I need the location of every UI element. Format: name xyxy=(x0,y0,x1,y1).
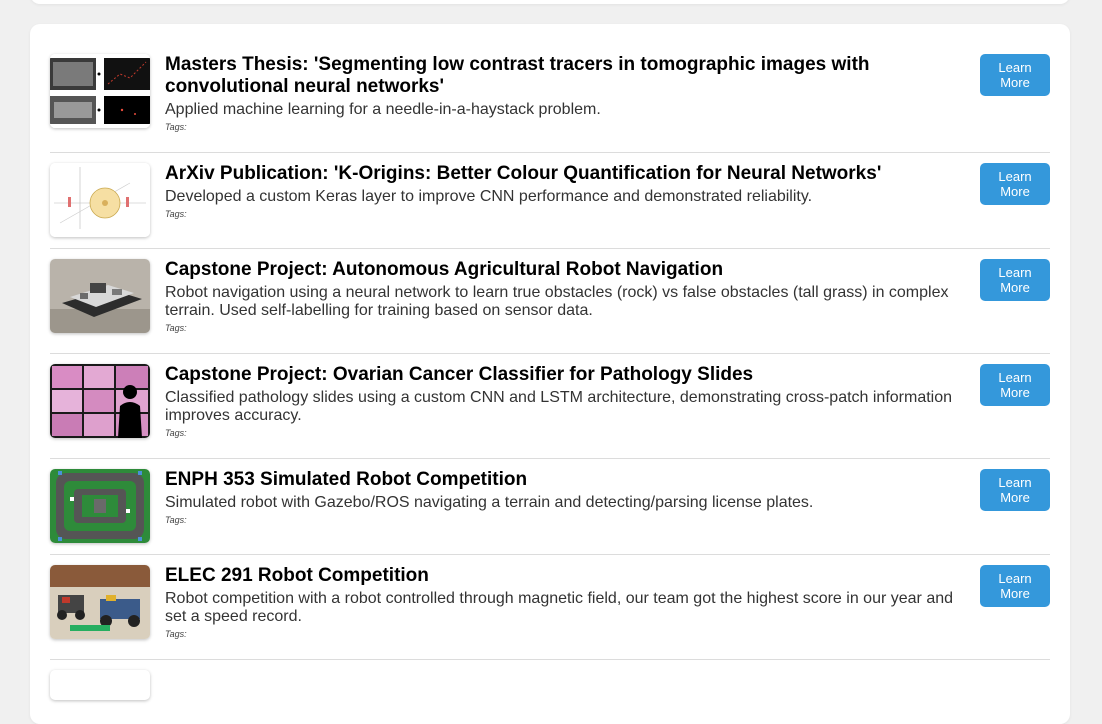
learn-more-button[interactable]: Learn More xyxy=(980,163,1050,205)
project-tags-label: Tags: xyxy=(165,515,187,525)
project-thumbnail-next-partial[interactable] xyxy=(50,670,150,700)
project-tags-label: Tags: xyxy=(165,428,187,438)
project-tags-label: Tags: xyxy=(165,209,187,219)
project-title: Masters Thesis: 'Segmenting low contrast… xyxy=(165,54,870,97)
project-description: Classified pathology slides using a cust… xyxy=(165,389,953,424)
previous-card xyxy=(30,0,1070,4)
learn-more-line-2: More xyxy=(1000,184,1030,199)
project-title: ENPH 353 Simulated Robot Competition xyxy=(165,469,528,490)
learn-more-line-1: Learn xyxy=(998,265,1032,280)
learn-more-line-2: More xyxy=(1000,385,1030,400)
project-info: Masters Thesis: 'Segmenting low contrast… xyxy=(165,54,965,133)
learn-more-line-2: More xyxy=(1000,586,1030,601)
project-thumbnail-k-origins[interactable] xyxy=(50,163,150,237)
project-title: ArXiv Publication: 'K-Origins: Better Co… xyxy=(165,163,882,184)
learn-more-line-1: Learn xyxy=(998,169,1032,184)
project-description: Applied machine learning for a needle-in… xyxy=(165,101,601,118)
learn-more-line-1: Learn xyxy=(998,60,1032,75)
simulated-track-thumbnail-image xyxy=(50,469,150,543)
project-description: Robot navigation using a neural network … xyxy=(165,284,949,319)
project-info: ENPH 353 Simulated Robot Competition Sim… xyxy=(165,469,965,526)
learn-more-button[interactable]: Learn More xyxy=(980,54,1050,96)
learn-more-line-1: Learn xyxy=(998,370,1032,385)
learn-more-line-2: More xyxy=(1000,75,1030,90)
project-title: Capstone Project: Autonomous Agricultura… xyxy=(165,259,724,280)
project-item-enph-353: ENPH 353 Simulated Robot Competition Sim… xyxy=(50,459,1050,555)
project-thumbnail-ovarian-cancer[interactable] xyxy=(50,364,150,438)
project-description: Developed a custom Keras layer to improv… xyxy=(165,188,813,205)
learn-more-button[interactable]: Learn More xyxy=(980,364,1050,406)
learn-more-button[interactable]: Learn More xyxy=(980,259,1050,301)
project-title: ELEC 291 Robot Competition xyxy=(165,565,429,586)
project-info: ArXiv Publication: 'K-Origins: Better Co… xyxy=(165,163,965,220)
project-item-elec-291: ELEC 291 Robot Competition Robot competi… xyxy=(50,555,1050,660)
k-origins-thumbnail-image xyxy=(50,163,150,237)
project-tags-label: Tags: xyxy=(165,629,187,639)
project-item-masters-thesis: Masters Thesis: 'Segmenting low contrast… xyxy=(50,44,1050,153)
project-thumbnail-enph-353[interactable] xyxy=(50,469,150,543)
project-info: Capstone Project: Ovarian Cancer Classif… xyxy=(165,364,965,439)
learn-more-line-1: Learn xyxy=(998,571,1032,586)
tomography-thumbnail-image xyxy=(50,54,150,128)
project-thumbnail-elec-291[interactable] xyxy=(50,565,150,639)
learn-more-line-2: More xyxy=(1000,280,1030,295)
project-item-next-partial xyxy=(50,660,1050,700)
project-info: Capstone Project: Autonomous Agricultura… xyxy=(165,259,965,334)
project-description: Simulated robot with Gazebo/ROS navigati… xyxy=(165,494,814,511)
project-item-ovarian-cancer: Capstone Project: Ovarian Cancer Classif… xyxy=(50,354,1050,459)
project-thumbnail-masters-thesis[interactable] xyxy=(50,54,150,128)
robot-competition-thumbnail-image xyxy=(50,565,150,639)
pathology-wall-thumbnail-image xyxy=(50,364,150,438)
learn-more-button[interactable]: Learn More xyxy=(980,565,1050,607)
learn-more-line-1: Learn xyxy=(998,475,1032,490)
project-info: ELEC 291 Robot Competition Robot competi… xyxy=(165,565,965,640)
project-title: Capstone Project: Ovarian Cancer Classif… xyxy=(165,364,754,385)
project-tags-label: Tags: xyxy=(165,122,187,132)
project-item-k-origins: ArXiv Publication: 'K-Origins: Better Co… xyxy=(50,153,1050,249)
project-description: Robot competition with a robot controlle… xyxy=(165,590,954,625)
project-thumbnail-agricultural-robot[interactable] xyxy=(50,259,150,333)
projects-card: Masters Thesis: 'Segmenting low contrast… xyxy=(30,24,1070,724)
agricultural-robot-thumbnail-image xyxy=(50,259,150,333)
learn-more-button[interactable]: Learn More xyxy=(980,469,1050,511)
project-item-agricultural-robot: Capstone Project: Autonomous Agricultura… xyxy=(50,249,1050,354)
learn-more-line-2: More xyxy=(1000,490,1030,505)
project-tags-label: Tags: xyxy=(165,323,187,333)
